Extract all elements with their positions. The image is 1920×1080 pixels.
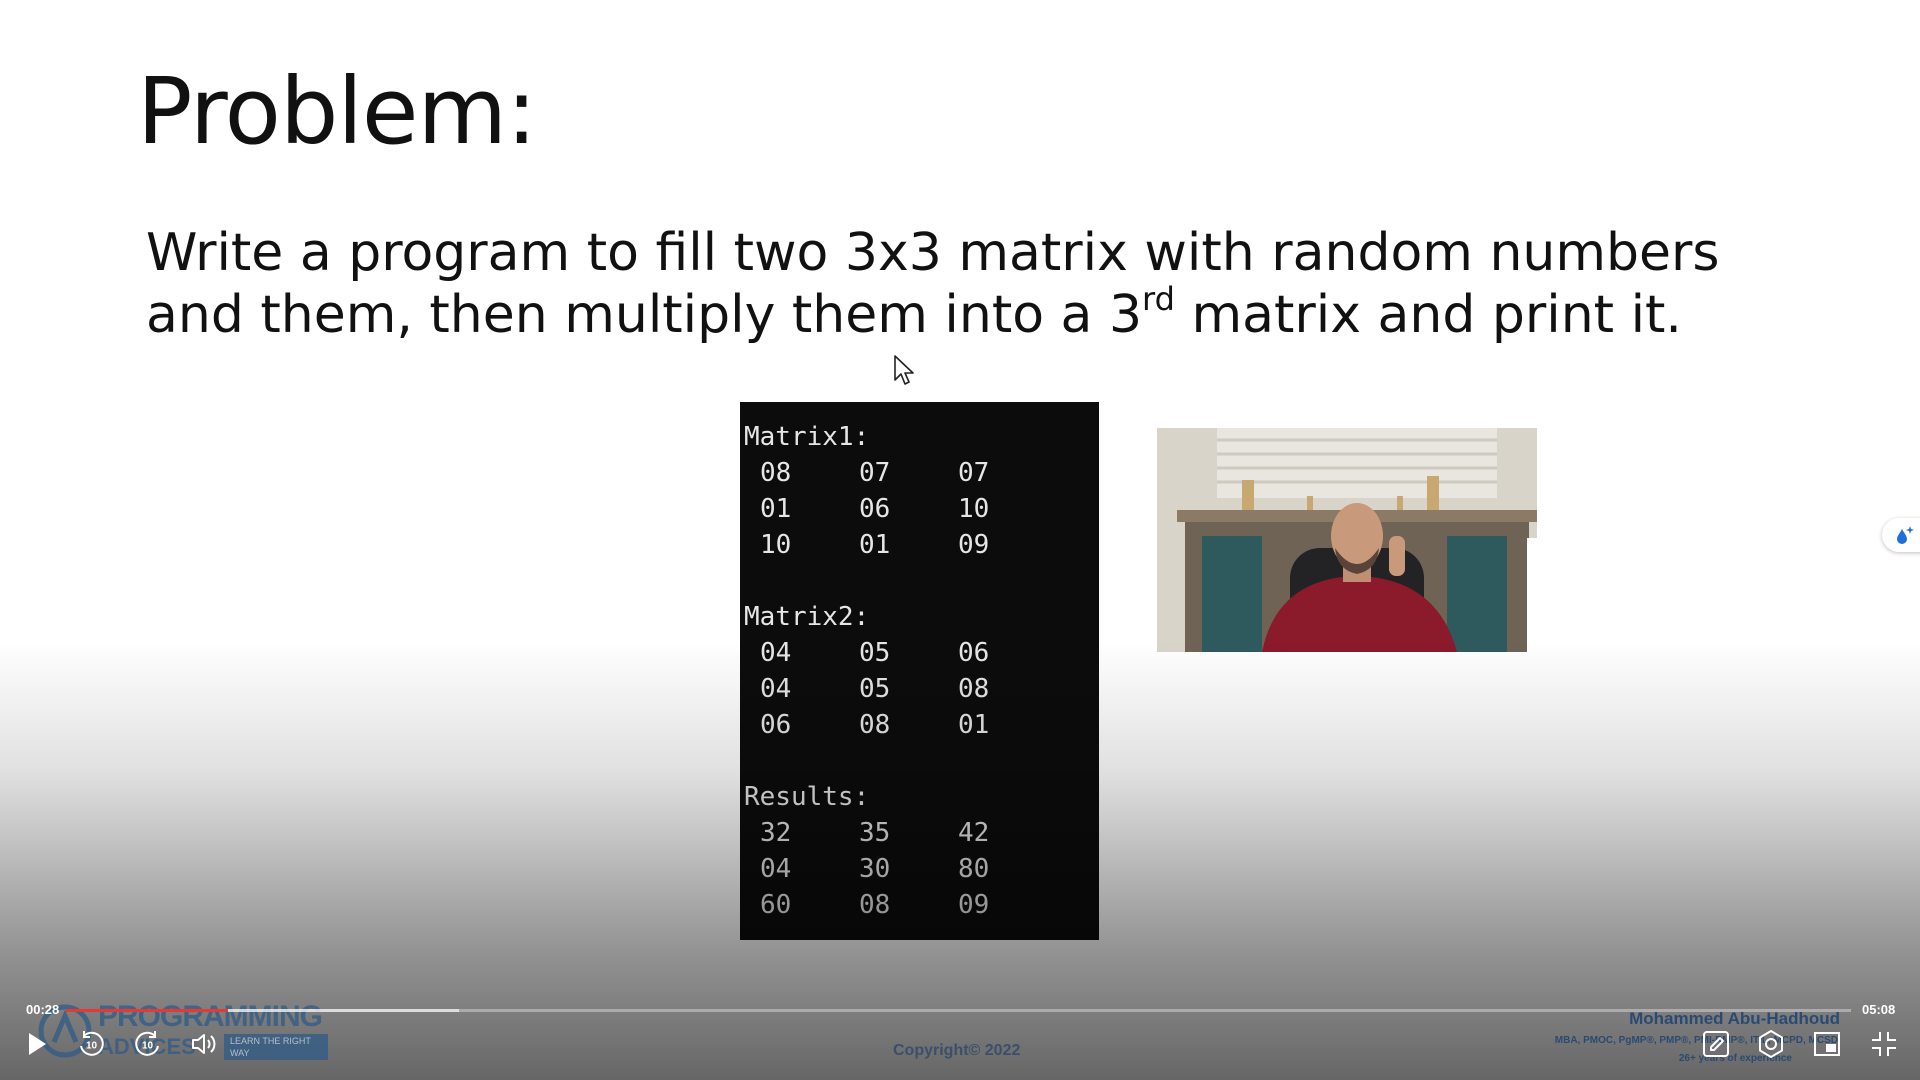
- forward-10-button[interactable]: 10: [130, 1026, 166, 1062]
- matrix-cell: 08: [958, 674, 990, 704]
- matrix-cell: 05: [859, 674, 891, 704]
- problem-line-2-start: and them, then multiply them into a 3: [146, 285, 1143, 345]
- matrix-cell: 07: [859, 458, 891, 488]
- matrix1-row: 08 07 07: [744, 455, 1099, 491]
- matrix-cell: 04: [760, 638, 792, 668]
- copyright-text: Copyright© 2022: [893, 1042, 1021, 1059]
- forward-10-icon: 10: [135, 1031, 159, 1056]
- logo-tagline: LEARN THE RIGHT WAY: [224, 1034, 328, 1060]
- matrix-cell: 09: [958, 530, 990, 560]
- presenter-webcam: [1157, 428, 1555, 652]
- matrix1-label: Matrix1:: [744, 422, 870, 452]
- matrix-cell: 07: [958, 458, 990, 488]
- pencil-icon: [1703, 1031, 1729, 1057]
- matrix2-label: Matrix2:: [744, 602, 870, 632]
- side-tool-button[interactable]: [1882, 518, 1920, 552]
- play-icon: [29, 1033, 46, 1055]
- author-credentials: MBA, PMOC, PgMP®, PMP®, PMI-RMP®, ITIL, …: [1554, 1035, 1838, 1046]
- matrix-cell: 60: [760, 890, 792, 920]
- sparkle-drop-icon: [1897, 526, 1914, 544]
- settings-button[interactable]: [1753, 1026, 1789, 1062]
- slide-title: Problem:: [137, 58, 537, 165]
- presenter-video-frame: [1157, 428, 1555, 652]
- matrix-cell: 04: [760, 674, 792, 704]
- matrix-cell: 01: [859, 530, 891, 560]
- matrix-cell: 10: [760, 530, 792, 560]
- matrix-cell: 32: [760, 818, 792, 848]
- slide: Problem: Write a program to fill two 3x3…: [0, 0, 1920, 1080]
- matrix-cell: 05: [859, 638, 891, 668]
- results-label: Results:: [744, 782, 870, 812]
- exit-fullscreen-icon: [1872, 1032, 1896, 1056]
- ordinal-suffix: rd: [1142, 280, 1175, 318]
- results-row: 60 08 09: [744, 887, 1099, 923]
- results-row: 04 30 80: [744, 851, 1099, 887]
- matrix-cell: 08: [859, 710, 891, 740]
- problem-line-2-end: matrix and print it.: [1174, 285, 1682, 345]
- progress-played: [66, 1009, 229, 1012]
- problem-statement: Write a program to fill two 3x3 matrix w…: [146, 222, 1786, 346]
- problem-line-2: and them, then multiply them into a 3rd …: [146, 283, 1786, 346]
- rewind-10-icon: 10: [80, 1031, 104, 1056]
- current-time: 00:28: [26, 1002, 60, 1017]
- matrix-cell: 42: [958, 818, 990, 848]
- picture-in-picture-button[interactable]: [1809, 1026, 1845, 1062]
- play-button[interactable]: [18, 1026, 54, 1062]
- matrix1-row: 01 06 10: [744, 491, 1099, 527]
- volume-button[interactable]: [186, 1026, 222, 1062]
- matrix-cell: 35: [859, 818, 891, 848]
- console-output: Matrix1: 08 07 07 01 06 10 10 01 09 Matr…: [740, 402, 1099, 940]
- progress-bar[interactable]: [66, 1009, 1851, 1012]
- total-time: 05:08: [1862, 1002, 1896, 1017]
- picture-in-picture-icon: [1814, 1032, 1840, 1056]
- exit-fullscreen-button[interactable]: [1866, 1026, 1902, 1062]
- matrix2-row: 04 05 06: [744, 635, 1099, 671]
- matrix2-row: 04 05 08: [744, 671, 1099, 707]
- matrix-cell: 06: [958, 638, 990, 668]
- matrix2-row: 06 08 01: [744, 707, 1099, 743]
- forward-10-label: 10: [142, 1041, 154, 1052]
- matrix-cell: 06: [859, 494, 891, 524]
- matrix-cell: 10: [958, 494, 990, 524]
- matrix-cell: 06: [760, 710, 792, 740]
- matrix1-row: 10 01 09: [744, 527, 1099, 563]
- mouse-pointer-icon: [894, 355, 914, 385]
- matrix-cell: 09: [958, 890, 990, 920]
- matrix-cell: 30: [859, 854, 891, 884]
- rewind-10-label: 10: [86, 1041, 98, 1052]
- annotate-button[interactable]: [1698, 1026, 1734, 1062]
- results-row: 32 35 42: [744, 815, 1099, 851]
- matrix-cell: 08: [760, 458, 792, 488]
- volume-icon: [192, 1034, 216, 1054]
- matrix-cell: 01: [958, 710, 990, 740]
- gear-icon: [1759, 1030, 1783, 1058]
- matrix-cell: 04: [760, 854, 792, 884]
- rewind-10-button[interactable]: 10: [73, 1026, 109, 1062]
- matrix-cell: 08: [859, 890, 891, 920]
- matrix-cell: 80: [958, 854, 990, 884]
- matrix-cell: 01: [760, 494, 792, 524]
- problem-line-1: Write a program to fill two 3x3 matrix w…: [146, 223, 1720, 283]
